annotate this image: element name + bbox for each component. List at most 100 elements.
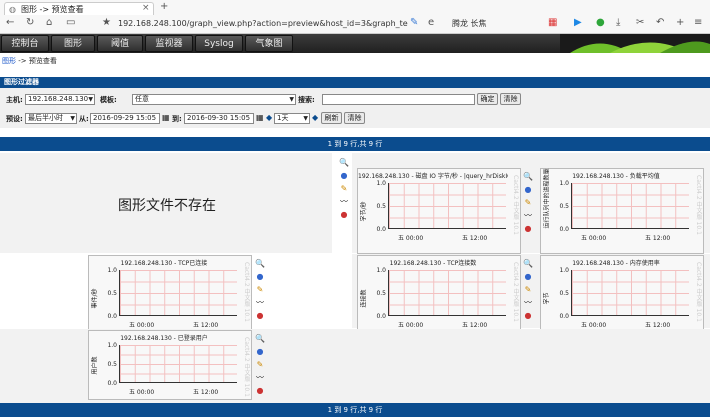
- from-label: 从:: [79, 115, 89, 123]
- from-input[interactable]: 2016-09-29 15:05: [90, 113, 160, 124]
- graph-ylabel: 字节/秒: [360, 201, 368, 222]
- nav-syslog[interactable]: Syslog: [195, 35, 243, 52]
- xtick: 五 12:00: [645, 322, 671, 329]
- watermark: Cacti4.2 中文版 10.1: [695, 262, 702, 322]
- ytick: 0.5: [559, 203, 569, 210]
- refresh-icon[interactable]: ↻: [26, 17, 34, 28]
- xtick: 五 00:00: [398, 235, 424, 242]
- shift-right-icon[interactable]: ◆: [312, 113, 318, 122]
- zoom-icon[interactable]: 🔍: [255, 332, 265, 345]
- delete-icon[interactable]: ●: [523, 222, 533, 235]
- grid-icon[interactable]: ▦: [548, 17, 557, 28]
- info-icon[interactable]: ●: [255, 270, 265, 283]
- chevron-down-icon: ▼: [289, 96, 294, 103]
- delete-icon[interactable]: ●: [255, 384, 265, 397]
- chat-icon[interactable]: ●: [596, 17, 605, 28]
- edit-icon[interactable]: ✎: [410, 17, 418, 28]
- graph-title: 192.168.248.130 - TCP连接数: [389, 260, 477, 267]
- zoom-icon[interactable]: 🔍: [523, 257, 533, 270]
- ytick: 1.0: [376, 267, 386, 274]
- watermark: Cacti4.2 中文版 10.1: [512, 175, 519, 235]
- chevron-down-icon: ▼: [88, 96, 93, 103]
- graph-tools: 🔍 ● ✎ 〰 ●: [339, 156, 349, 221]
- trend-icon[interactable]: 〰: [523, 209, 533, 222]
- undo-icon[interactable]: ↶: [656, 17, 664, 28]
- trend-icon[interactable]: 〰: [255, 296, 265, 309]
- ytick: 1.0: [559, 180, 569, 187]
- download-icon[interactable]: ⤓: [616, 17, 620, 28]
- info-icon[interactable]: ●: [523, 270, 533, 283]
- nav-graphs[interactable]: 图形: [51, 35, 95, 52]
- nav-weathermap[interactable]: 气象图: [245, 35, 293, 52]
- trend-icon[interactable]: 〰: [339, 195, 349, 208]
- delete-icon[interactable]: ●: [255, 309, 265, 322]
- breadcrumb-sep: ->: [18, 57, 27, 65]
- zoom-icon[interactable]: 🔍: [339, 156, 349, 169]
- calendar-icon[interactable]: ▦: [162, 113, 170, 122]
- edit-icon[interactable]: ✎: [339, 182, 349, 195]
- nav-monitor[interactable]: 监视器: [145, 35, 193, 52]
- graph-plot: [119, 270, 237, 316]
- ytick: 0.5: [107, 361, 117, 368]
- edit-icon[interactable]: ✎: [523, 196, 533, 209]
- search-input[interactable]: [322, 94, 475, 105]
- browser-tab[interactable]: ◍ 图形 -> 预览查看 ×: [4, 2, 154, 15]
- home-icon[interactable]: ⌂: [46, 17, 52, 28]
- info-icon[interactable]: ●: [523, 183, 533, 196]
- apply-button[interactable]: 确定: [477, 93, 498, 105]
- host-label: 主机:: [6, 96, 23, 104]
- shift-left-icon[interactable]: ◆: [266, 113, 272, 122]
- preset-select[interactable]: 最后半小时 ▼: [25, 113, 77, 124]
- graph-plot: [119, 345, 237, 383]
- graph-disk-io[interactable]: 192.168.248.130 - 磁盘 IO 字节/秒 - |query_hr…: [357, 168, 521, 254]
- bookmark-star-icon[interactable]: ★: [102, 17, 111, 28]
- delete-icon[interactable]: ●: [523, 309, 533, 322]
- timespan-select[interactable]: 1天 ▼: [274, 113, 310, 124]
- template-select[interactable]: 任意 ▼: [132, 94, 296, 105]
- clear-button[interactable]: 清除: [500, 93, 521, 105]
- to-label: 到:: [172, 115, 182, 123]
- edit-icon[interactable]: ✎: [255, 283, 265, 296]
- graph-title: 192.168.248.130 - TCP已连接: [120, 260, 208, 267]
- plus-icon[interactable]: +: [676, 17, 684, 28]
- nav-thresholds[interactable]: 阈值: [97, 35, 143, 52]
- refresh-button[interactable]: 刷新: [321, 112, 342, 124]
- menu-icon[interactable]: ≡: [694, 17, 702, 28]
- watermark: Cacti4.2 中文版 10.1: [512, 262, 519, 322]
- watermark: Cacti4.2 中文版 10.1: [243, 262, 250, 322]
- tabs-icon[interactable]: ▭: [66, 17, 75, 28]
- watermark: Cacti4.2 中文版 10.1: [243, 337, 250, 397]
- ytick: 0.0: [107, 313, 117, 320]
- nav-console[interactable]: 控制台: [1, 35, 49, 52]
- graph-plot: [571, 270, 689, 316]
- graph-load-avg[interactable]: 192.168.248.130 - 负载平均值 运行队列中的进程数量 1.0 0…: [540, 168, 704, 254]
- cut-icon[interactable]: ✂: [636, 17, 644, 28]
- zoom-icon[interactable]: 🔍: [255, 257, 265, 270]
- breadcrumb-graphs-link[interactable]: 图形: [2, 57, 16, 65]
- clear-button[interactable]: 清除: [344, 112, 365, 124]
- address-bar[interactable]: 192.168.248.100/graph_view.php?action=pr…: [118, 17, 408, 30]
- play-icon[interactable]: ▶: [574, 17, 582, 28]
- calendar-icon[interactable]: ▦: [256, 113, 264, 122]
- zoom-icon[interactable]: 🔍: [523, 170, 533, 183]
- edit-icon[interactable]: ✎: [255, 358, 265, 371]
- trend-icon[interactable]: 〰: [523, 296, 533, 309]
- ytick: 1.0: [559, 267, 569, 274]
- info-icon[interactable]: ●: [339, 169, 349, 182]
- delete-icon[interactable]: ●: [339, 208, 349, 221]
- edit-icon[interactable]: ✎: [523, 283, 533, 296]
- new-tab-button[interactable]: +: [160, 1, 168, 12]
- host-select[interactable]: 192.168.248.130 ▼: [25, 94, 95, 105]
- ie-icon[interactable]: e: [428, 17, 434, 28]
- to-input[interactable]: 2016-09-30 15:05: [184, 113, 254, 124]
- graph-logged-users[interactable]: 192.168.248.130 - 已登录用户 用户数 1.0 0.5 0.0 …: [88, 330, 252, 400]
- info-icon[interactable]: ●: [255, 345, 265, 358]
- close-tab-icon[interactable]: ×: [142, 3, 150, 13]
- xtick: 五 12:00: [193, 322, 219, 329]
- graph-tools: 🔍 ● ✎ 〰 ●: [523, 170, 533, 235]
- back-icon[interactable]: ←: [6, 17, 14, 28]
- missing-graph-cell: 图形文件不存在: [0, 153, 332, 253]
- trend-icon[interactable]: 〰: [255, 371, 265, 384]
- template-value: 任意: [135, 95, 149, 103]
- graph-plot: [388, 183, 506, 229]
